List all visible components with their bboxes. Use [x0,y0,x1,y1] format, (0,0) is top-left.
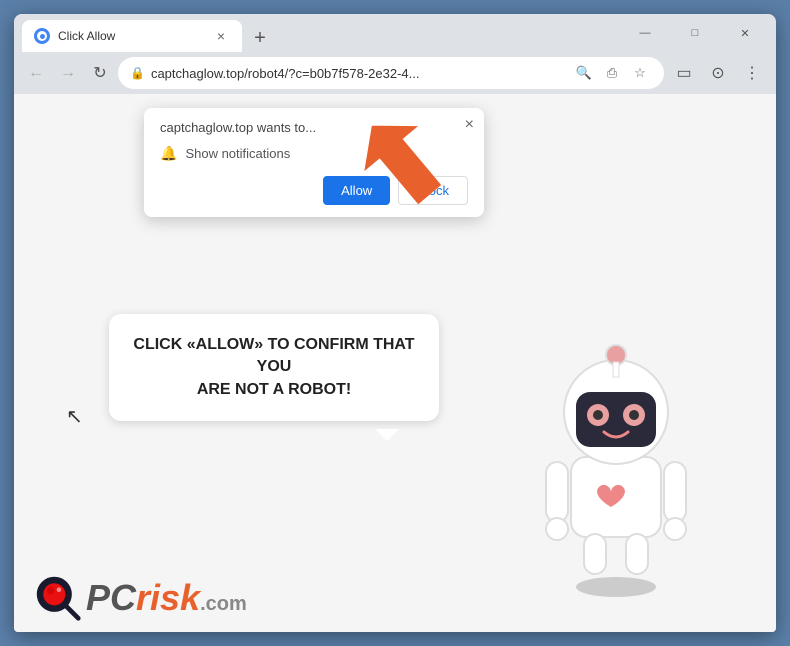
browser-window: Click Allow × + — □ ✕ ← → ↻ 🔒 captchaglo… [14,14,776,632]
refresh-button[interactable]: ↻ [86,59,114,87]
pcrisk-com-text: .com [200,593,247,616]
title-bar: Click Allow × + — □ ✕ [14,14,776,52]
popup-close-button[interactable]: × [465,116,474,134]
profile-icon[interactable]: ⊙ [702,57,734,89]
bubble-text: CLICK «ALLOW» TO CONFIRM THAT YOU ARE NO… [133,334,415,401]
forward-button[interactable]: → [54,59,82,87]
pcrisk-magnifier-icon [34,574,82,622]
extensions-icon[interactable]: ▭ [668,57,700,89]
address-bar-input[interactable]: 🔒 captchaglow.top/robot4/?c=b0b7f578-2e3… [118,57,664,89]
popup-notification-label: Show notifications [185,146,290,161]
tab-title: Click Allow [58,29,204,43]
back-button[interactable]: ← [22,59,50,87]
address-bar: ← → ↻ 🔒 captchaglow.top/robot4/?c=b0b7f5… [14,52,776,94]
orange-arrow [359,114,449,219]
address-action-icons: 🔍 ⎙ ☆ [572,61,652,85]
tab-favicon [34,28,50,44]
toolbar-icons: ▭ ⊙ ⋮ [668,57,768,89]
pcrisk-risk-text: risk [136,577,200,619]
pcrisk-logo: PC risk .com [34,574,247,622]
new-tab-button[interactable]: + [246,24,274,52]
close-button[interactable]: ✕ [722,17,768,49]
url-text: captchaglow.top/robot4/?c=b0b7f578-2e32-… [151,66,566,81]
lock-icon: 🔒 [130,66,145,80]
pcrisk-text-group: PC risk .com [86,577,247,619]
pcrisk-pc-text: PC [86,577,136,619]
share-icon[interactable]: ⎙ [600,61,624,85]
search-icon[interactable]: 🔍 [572,61,596,85]
robot-illustration [516,337,716,602]
speech-bubble: CLICK «ALLOW» TO CONFIRM THAT YOU ARE NO… [109,314,439,421]
menu-icon[interactable]: ⋮ [736,57,768,89]
browser-tab[interactable]: Click Allow × [22,20,242,52]
page-content: × captchaglow.top wants to... 🔔 Show not… [14,94,776,632]
maximize-button[interactable]: □ [672,17,718,49]
tab-strip: Click Allow × + [22,14,622,52]
window-controls: — □ ✕ [622,17,768,49]
bookmark-icon[interactable]: ☆ [628,61,652,85]
mouse-cursor: ↖ [66,404,83,429]
minimize-button[interactable]: — [622,17,668,49]
tab-close-button[interactable]: × [212,27,230,45]
bell-icon: 🔔 [160,145,177,162]
